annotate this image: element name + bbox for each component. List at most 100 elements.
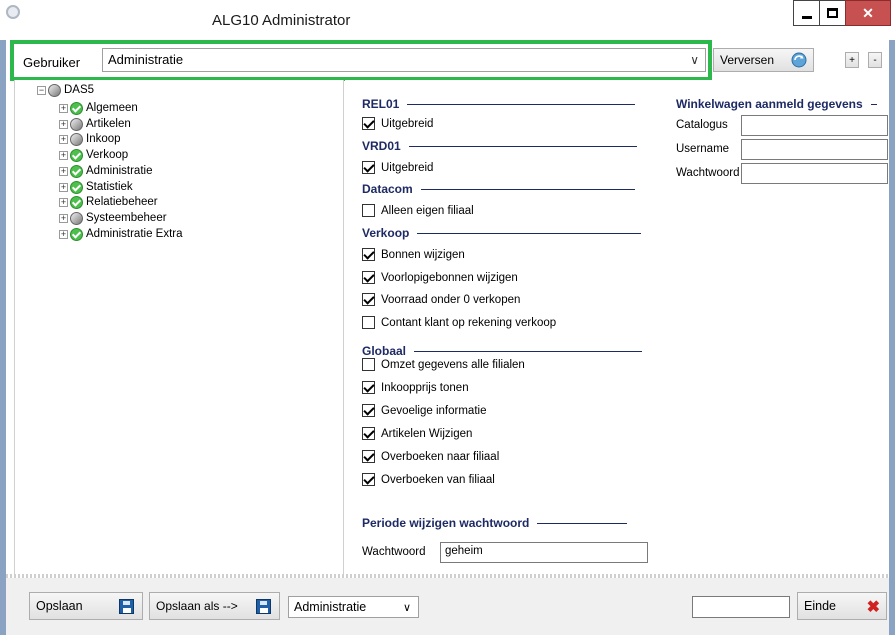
catalogus-input[interactable]	[741, 115, 888, 136]
exit-button[interactable]: Einde ✖	[797, 592, 887, 620]
collapse-icon[interactable]: −	[37, 85, 46, 95]
tree-root-label: DAS5	[64, 84, 95, 96]
checkbox-label: Bonnen wijzigen	[381, 248, 465, 261]
checkbox[interactable]	[362, 248, 375, 261]
username-input[interactable]	[741, 139, 888, 160]
section-globaal: Globaal	[362, 344, 643, 358]
expand-icon[interactable]: +	[59, 182, 68, 192]
checkbox-label: Inkoopprijs tonen	[381, 381, 469, 394]
checkbox[interactable]	[362, 204, 375, 217]
inactive-status-icon	[70, 211, 83, 225]
footer-input[interactable]	[692, 596, 790, 618]
checkbox-label: Contant klant op rekening verkoop	[381, 316, 557, 329]
tree-item-label: Administratie	[86, 165, 153, 177]
save-as-button-label: Opslaan als -->	[156, 599, 238, 613]
checkbox[interactable]	[362, 293, 375, 306]
expand-icon[interactable]: +	[59, 213, 68, 223]
checkbox-contant-klant[interactable]: Contant klant op rekening verkoop	[362, 316, 556, 329]
checkbox[interactable]	[362, 404, 375, 417]
checkbox-label: Alleen eigen filiaal	[381, 204, 474, 217]
tree-item-label: Statistiek	[86, 181, 133, 193]
tree-item[interactable]: + Inkoop	[59, 131, 121, 147]
checkbox[interactable]	[362, 381, 375, 394]
section-divider	[407, 103, 636, 105]
close-button[interactable]: ✕	[845, 0, 891, 26]
tree-item[interactable]: + Administratie Extra	[59, 226, 183, 242]
tree-root[interactable]: − DAS5	[37, 82, 94, 98]
checkbox[interactable]	[362, 427, 375, 440]
checkbox[interactable]	[362, 316, 375, 329]
section-title: Verkoop	[362, 226, 410, 240]
section-title: Winkelwagen aanmeld gegevens	[676, 97, 863, 111]
save-icon	[119, 599, 134, 614]
refresh-button-label: Verversen	[720, 53, 775, 67]
checkbox-artikelen-wijzigen[interactable]: Artikelen Wijzigen	[362, 427, 472, 440]
expand-icon[interactable]: +	[59, 119, 68, 129]
checkbox-overboeken-naar[interactable]: Overboeken naar filiaal	[362, 450, 499, 463]
checkbox-label: Voorlopigebonnen wijzigen	[381, 271, 518, 284]
section-divider	[420, 188, 635, 190]
section-verkoop: Verkoop	[362, 226, 642, 240]
tree-item[interactable]: + Artikelen	[59, 116, 131, 132]
save-button[interactable]: Opslaan	[29, 592, 143, 620]
expand-icon[interactable]: +	[59, 197, 68, 207]
wachtwoord-label: Wachtwoord	[676, 167, 740, 179]
checkbox-omzet-gegevens[interactable]: Omzet gegevens alle filialen	[362, 358, 525, 371]
refresh-button[interactable]: Verversen	[713, 48, 814, 72]
expand-icon[interactable]: +	[59, 103, 68, 113]
section-divider	[414, 350, 643, 352]
expand-icon[interactable]: +	[59, 150, 68, 160]
checkbox-voorraad-onder-0[interactable]: Voorraad onder 0 verkopen	[362, 293, 520, 306]
checkbox[interactable]	[362, 161, 375, 174]
checkbox-voorlopigebonnen-wijzigen[interactable]: Voorlopigebonnen wijzigen	[362, 271, 518, 284]
check-status-icon	[70, 148, 83, 162]
exit-button-label: Einde	[804, 599, 836, 613]
checkbox[interactable]	[362, 450, 375, 463]
checkbox-rel01-uitgebreid[interactable]: Uitgebreid	[362, 117, 433, 130]
tree-item[interactable]: + Administratie	[59, 163, 152, 179]
tree-item[interactable]: + Algemeen	[59, 100, 138, 116]
checkbox-label: Omzet gegevens alle filialen	[381, 358, 525, 371]
checkbox[interactable]	[362, 358, 375, 371]
expand-icon[interactable]: +	[59, 134, 68, 144]
maximize-button[interactable]	[819, 0, 846, 26]
collapse-all-button[interactable]: -	[868, 52, 882, 68]
expand-icon[interactable]: +	[59, 166, 68, 176]
checkbox-inkoopprijs-tonen[interactable]: Inkoopprijs tonen	[362, 381, 469, 394]
checkbox-overboeken-van[interactable]: Overboeken van filiaal	[362, 473, 495, 486]
checkbox-label: Overboeken van filiaal	[381, 473, 495, 486]
refresh-icon	[791, 52, 807, 68]
save-as-select[interactable]: Administratie ∨	[288, 596, 419, 618]
password-period-label: Wachtwoord	[362, 546, 426, 558]
minimize-button[interactable]	[793, 0, 820, 26]
inactive-status-icon	[70, 117, 83, 131]
checkbox-gevoelige-informatie[interactable]: Gevoelige informatie	[362, 404, 486, 417]
checkbox-vrd01-uitgebreid[interactable]: Uitgebreid	[362, 161, 433, 174]
checkbox-label: Uitgebreid	[381, 161, 434, 174]
tree-item[interactable]: + Systeembeheer	[59, 210, 167, 226]
save-as-button[interactable]: Opslaan als -->	[149, 592, 280, 620]
chevron-down-icon: ∨	[402, 602, 411, 614]
checkbox[interactable]	[362, 473, 375, 486]
section-title: Periode wijzigen wachtwoord	[362, 516, 530, 530]
tree-item-label: Artikelen	[86, 118, 131, 130]
expand-icon[interactable]: +	[59, 229, 68, 239]
section-divider	[537, 522, 628, 524]
section-title: REL01	[362, 97, 400, 111]
highlight-box	[10, 40, 712, 81]
save-button-label: Opslaan	[36, 599, 83, 613]
checkbox-alleen-eigen-filiaal[interactable]: Alleen eigen filiaal	[362, 204, 474, 217]
wachtwoord-input[interactable]	[741, 163, 888, 184]
tree-item[interactable]: + Statistiek	[59, 179, 133, 195]
checkbox-bonnen-wijzigen[interactable]: Bonnen wijzigen	[362, 248, 465, 261]
close-icon: ✖	[866, 599, 880, 616]
password-period-input[interactable]: geheim	[440, 542, 648, 563]
save-as-icon	[256, 599, 271, 614]
inactive-status-icon	[70, 132, 83, 146]
expand-all-button[interactable]: +	[845, 52, 859, 68]
checkbox[interactable]	[362, 271, 375, 284]
checkbox[interactable]	[362, 117, 375, 130]
section-title: Globaal	[362, 344, 407, 358]
tree-item[interactable]: + Verkoop	[59, 147, 128, 163]
tree-item[interactable]: + Relatiebeheer	[59, 194, 158, 210]
